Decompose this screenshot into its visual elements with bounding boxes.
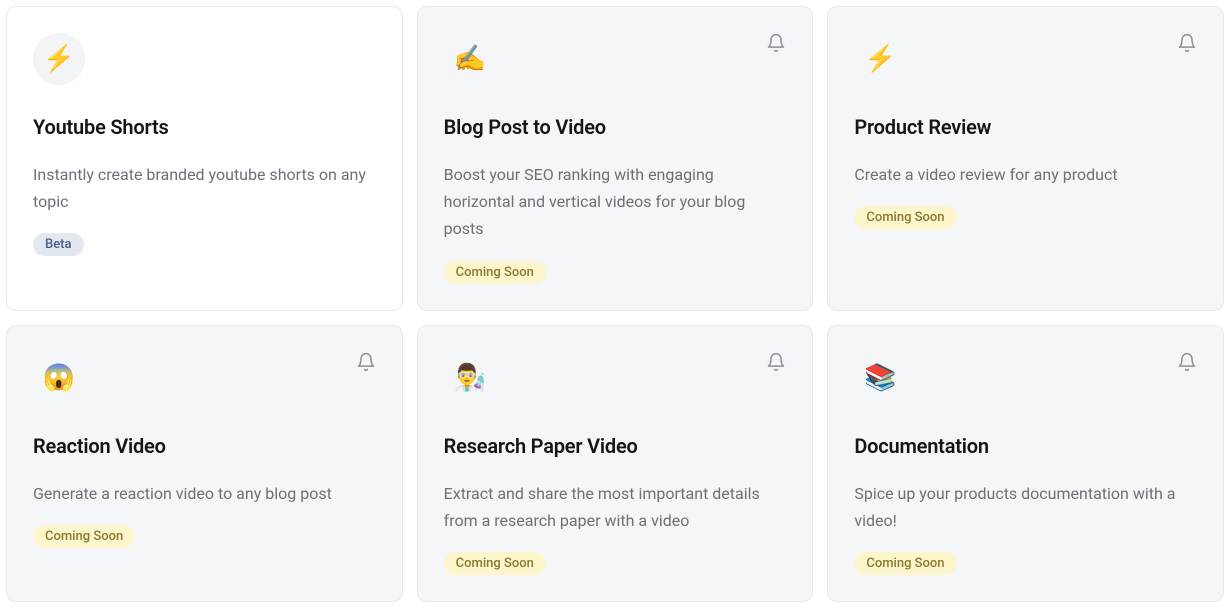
- feature-card: 👨‍🔬 Research Paper Video Extract and share…: [417, 325, 814, 602]
- badge-coming-soon: Coming Soon: [854, 206, 956, 229]
- feature-card: ✍️ Blog Post to Video Boost your SEO ranki…: [417, 6, 814, 311]
- notify-bell-icon[interactable]: [1177, 33, 1197, 53]
- feature-icon: ⚡: [854, 33, 906, 85]
- badge-coming-soon: Coming Soon: [854, 552, 956, 575]
- feature-icon: ⚡: [33, 33, 85, 85]
- badge-coming-soon: Coming Soon: [444, 552, 546, 575]
- badge-coming-soon: Coming Soon: [33, 525, 135, 548]
- card-description: Instantly create branded youtube shorts …: [33, 161, 376, 215]
- card-description: Spice up your products documentation wit…: [854, 480, 1197, 534]
- feature-icon: 📚: [854, 352, 906, 404]
- feature-icon: 👨‍🔬: [444, 352, 496, 404]
- card-title: Youtube Shorts: [33, 115, 376, 139]
- feature-card: 😱 Reaction Video Generate a reaction video…: [6, 325, 403, 602]
- feature-card[interactable]: ⚡ Youtube Shorts Instantly create branded …: [6, 6, 403, 311]
- card-description: Generate a reaction video to any blog po…: [33, 480, 376, 507]
- card-title: Blog Post to Video: [444, 115, 787, 139]
- badge-beta: Beta: [33, 233, 84, 256]
- feature-icon: 😱: [33, 352, 85, 404]
- card-grid: ⚡ Youtube Shorts Instantly create branded …: [6, 6, 1224, 602]
- notify-bell-icon[interactable]: [766, 352, 786, 372]
- card-description: Extract and share the most important det…: [444, 480, 787, 534]
- notify-bell-icon[interactable]: [1177, 352, 1197, 372]
- badge-coming-soon: Coming Soon: [444, 261, 546, 284]
- feature-card: 📚 Documentation Spice up your products doc…: [827, 325, 1224, 602]
- notify-bell-icon[interactable]: [356, 352, 376, 372]
- card-title: Reaction Video: [33, 434, 376, 458]
- card-title: Research Paper Video: [444, 434, 787, 458]
- card-description: Create a video review for any product: [854, 161, 1197, 188]
- feature-card: ⚡ Product Review Create a video review for…: [827, 6, 1224, 311]
- notify-bell-icon[interactable]: [766, 33, 786, 53]
- card-description: Boost your SEO ranking with engaging hor…: [444, 161, 787, 243]
- card-title: Documentation: [854, 434, 1197, 458]
- card-title: Product Review: [854, 115, 1197, 139]
- feature-icon: ✍️: [444, 33, 496, 85]
